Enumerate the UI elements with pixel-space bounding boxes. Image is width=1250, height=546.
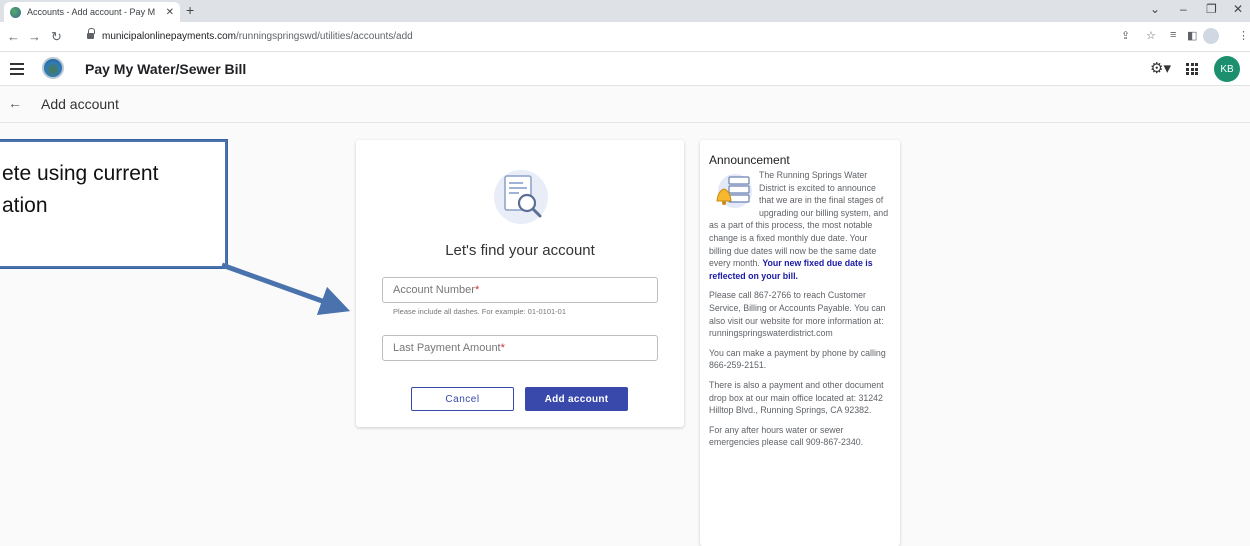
announcement-title: Announcement [709, 153, 790, 167]
tab-search-icon[interactable]: ⌄ [1150, 2, 1160, 16]
apps-grid-icon[interactable] [1186, 63, 1198, 75]
add-account-button[interactable]: Add account [525, 387, 628, 411]
tab-title: Accounts - Add account - Pay M [27, 7, 156, 17]
card-heading: Let's find your account [445, 242, 595, 259]
window-close-icon[interactable]: ✕ [1233, 2, 1243, 16]
app-title: Pay My Water/Sewer Bill [85, 61, 247, 77]
restore-icon[interactable]: ❐ [1206, 2, 1217, 16]
browser-forward-icon[interactable]: → [28, 29, 41, 44]
close-icon[interactable]: ✕ [166, 7, 174, 18]
announcement-panel: Announcement The Running Springs Water D… [700, 140, 900, 546]
url-path: /runningspringswd/utilities/accounts/add [235, 31, 413, 42]
callout-text: ete using current ation [2, 158, 158, 222]
bookmark-star-icon[interactable]: ☆ [1146, 29, 1156, 42]
lock-icon[interactable] [87, 28, 95, 39]
avatar[interactable]: KB [1214, 56, 1240, 82]
hamburger-menu-icon[interactable] [10, 63, 24, 75]
browser-back-icon[interactable]: ← [7, 29, 20, 44]
browser-address-bar: ← → ↻ municipalonlinepayments.com/runnin… [0, 22, 1250, 52]
announcement-emergency: For any after hours water or sewer emerg… [709, 424, 864, 448]
last-payment-amount-input[interactable]: Last Payment Amount* [382, 335, 658, 361]
announcement-dropbox: There is also a payment and other docume… [709, 379, 884, 416]
browser-tab[interactable]: Accounts - Add account - Pay M ✕ [4, 2, 180, 22]
site-favicon-icon [10, 6, 21, 18]
last-payment-label: Last Payment Amount [393, 342, 501, 354]
reading-list-icon[interactable]: ≡ [1170, 29, 1176, 41]
page-title: Add account [41, 96, 119, 112]
cancel-button[interactable]: Cancel [411, 387, 514, 411]
back-arrow-icon[interactable]: ← [8, 95, 22, 111]
document-search-icon [494, 170, 548, 224]
url-host: municipalonlinepayments.com [102, 31, 236, 42]
callout-line-1: ete using current [2, 162, 159, 185]
account-number-input[interactable]: Account Number* [382, 277, 658, 303]
share-icon[interactable]: ⇪ [1121, 29, 1130, 42]
announcement-contact: Please call 867-2766 to reach Customer S… [709, 290, 886, 339]
new-tab-icon[interactable]: + [186, 2, 194, 18]
bell-list-icon [716, 174, 752, 208]
required-mark: * [474, 284, 480, 296]
find-account-card: Let's find your account Account Number* … [356, 140, 684, 427]
announcement-phone: You can make a payment by phone by calli… [709, 347, 886, 371]
callout-line-2: ation [2, 194, 48, 217]
browser-tabstrip: Accounts - Add account - Pay M ✕ + ⌄ – ❐… [0, 0, 1250, 22]
minimize-icon[interactable]: – [1180, 2, 1187, 16]
district-logo[interactable] [42, 57, 64, 79]
instruction-callout: ete using current ation [0, 140, 227, 268]
url-field[interactable]: municipalonlinepayments.com/runningsprin… [102, 31, 413, 42]
account-number-label: Account Number [393, 284, 475, 296]
reload-icon[interactable]: ↻ [51, 29, 62, 45]
page-header: ← Add account [0, 87, 1250, 123]
app-header: Pay My Water/Sewer Bill ⚙▾ KB [0, 52, 1250, 86]
gear-icon[interactable]: ⚙▾ [1150, 59, 1171, 77]
side-panel-icon[interactable]: ◧ [1187, 29, 1197, 42]
required-mark: * [500, 342, 505, 354]
account-number-hint: Please include all dashes. For example: … [393, 307, 567, 316]
browser-menu-icon[interactable]: ⋮ [1238, 29, 1249, 42]
browser-profile-icon[interactable] [1203, 28, 1219, 44]
